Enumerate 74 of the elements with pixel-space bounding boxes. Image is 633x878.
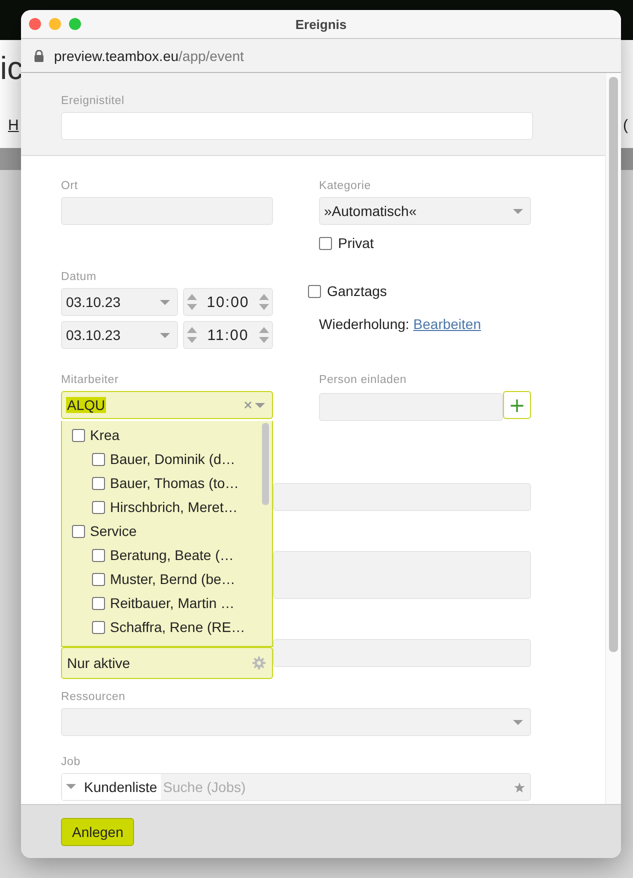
job-search-field[interactable]: Kundenliste Suche (Jobs) bbox=[61, 773, 531, 801]
staff-option[interactable]: Muster, Bernd (be… bbox=[62, 567, 256, 591]
scrollbar[interactable] bbox=[609, 77, 618, 652]
spinner-icon[interactable] bbox=[259, 326, 269, 344]
field-label: Ort bbox=[61, 180, 79, 192]
spinner-icon[interactable] bbox=[187, 293, 197, 311]
text-area[interactable] bbox=[273, 551, 531, 599]
scope-select[interactable]: Kundenliste bbox=[62, 774, 162, 800]
group-checkbox[interactable] bbox=[72, 428, 85, 442]
caret-icon bbox=[160, 333, 170, 338]
staff-option[interactable]: Hirschbrich, Meret… bbox=[62, 495, 256, 519]
star-icon[interactable] bbox=[514, 782, 525, 792]
staff-checkbox[interactable] bbox=[92, 596, 105, 610]
lock-icon bbox=[34, 50, 44, 62]
title-field[interactable] bbox=[61, 112, 533, 140]
job-search-input[interactable]: Suche (Jobs) bbox=[161, 778, 514, 796]
repeat-label: Wiederholung: bbox=[319, 316, 410, 332]
all-day-checkbox[interactable] bbox=[308, 284, 321, 298]
staff-option[interactable]: Bauer, Thomas (to… bbox=[62, 471, 256, 495]
staff-checkbox[interactable] bbox=[92, 620, 105, 634]
zoom-button[interactable] bbox=[69, 18, 81, 30]
location-field[interactable] bbox=[61, 197, 273, 225]
spinner-icon[interactable] bbox=[258, 293, 269, 311]
time-field[interactable]: 10:00 bbox=[183, 288, 273, 316]
url-text: preview.teambox.eu/app/event bbox=[54, 48, 244, 64]
staff-option[interactable]: Beratung, Beate (… bbox=[62, 543, 256, 567]
staff-checkbox[interactable] bbox=[92, 500, 105, 514]
staff-checkbox[interactable] bbox=[92, 548, 105, 562]
staff-checkbox[interactable] bbox=[92, 452, 105, 466]
page-link[interactable]: H bbox=[8, 117, 19, 134]
group-option[interactable]: Service bbox=[62, 519, 256, 543]
staff-checkbox[interactable] bbox=[92, 476, 105, 490]
filter-select[interactable]: Nur aktive bbox=[61, 647, 273, 679]
date-select[interactable]: 03.10.23 bbox=[61, 288, 178, 316]
caret-icon bbox=[255, 403, 265, 408]
close-button[interactable] bbox=[29, 18, 41, 30]
field-label: Ressourcen bbox=[61, 691, 126, 703]
staff-select[interactable]: ALQU bbox=[61, 391, 273, 419]
field-label: Mitarbeiter bbox=[61, 374, 120, 386]
field-label: Person einladen bbox=[319, 374, 408, 386]
text-area[interactable] bbox=[273, 483, 531, 511]
caret-icon bbox=[513, 720, 523, 725]
minimize-button[interactable] bbox=[49, 18, 61, 30]
date-select[interactable]: 03.10.23 bbox=[61, 321, 178, 349]
field-label: Job bbox=[61, 756, 82, 768]
staff-checkbox[interactable] bbox=[92, 572, 105, 586]
checkbox-label: Privat bbox=[338, 235, 374, 251]
window-title: Ereignis bbox=[295, 16, 347, 32]
add-button[interactable]: + bbox=[503, 391, 531, 419]
private-checkbox[interactable] bbox=[319, 236, 332, 250]
caret-icon bbox=[513, 209, 523, 214]
input-field[interactable] bbox=[273, 639, 531, 667]
resources-select[interactable] bbox=[61, 708, 531, 736]
staff-option[interactable]: Bauer, Dominik (d… bbox=[62, 447, 256, 471]
invite-field[interactable] bbox=[319, 393, 503, 421]
field-label: Kategorie bbox=[319, 180, 372, 192]
scrollbar[interactable] bbox=[262, 423, 269, 505]
page-text: ( bbox=[623, 117, 628, 134]
caret-icon bbox=[160, 300, 170, 305]
edit-link[interactable]: Bearbeiten bbox=[413, 316, 481, 332]
clear-icon[interactable] bbox=[244, 401, 252, 409]
category-select[interactable]: »Automatisch« bbox=[319, 197, 531, 225]
field-label: Datum bbox=[61, 271, 98, 283]
caret-icon bbox=[66, 784, 76, 788]
group-checkbox[interactable] bbox=[72, 524, 85, 538]
group-option[interactable]: Krea bbox=[62, 423, 256, 447]
field-label: Ereignistitel bbox=[61, 95, 126, 107]
staff-option[interactable]: Reitbauer, Martin … bbox=[62, 591, 256, 615]
spinner-icon[interactable] bbox=[187, 326, 197, 344]
staff-option[interactable]: Schaffra, Rene (RE… bbox=[62, 615, 256, 639]
create-button[interactable]: Anlegen bbox=[61, 818, 134, 846]
time-field[interactable]: 11:00 bbox=[183, 321, 273, 349]
gear-icon[interactable] bbox=[252, 656, 266, 670]
checkbox-label: Ganztags bbox=[327, 283, 387, 299]
